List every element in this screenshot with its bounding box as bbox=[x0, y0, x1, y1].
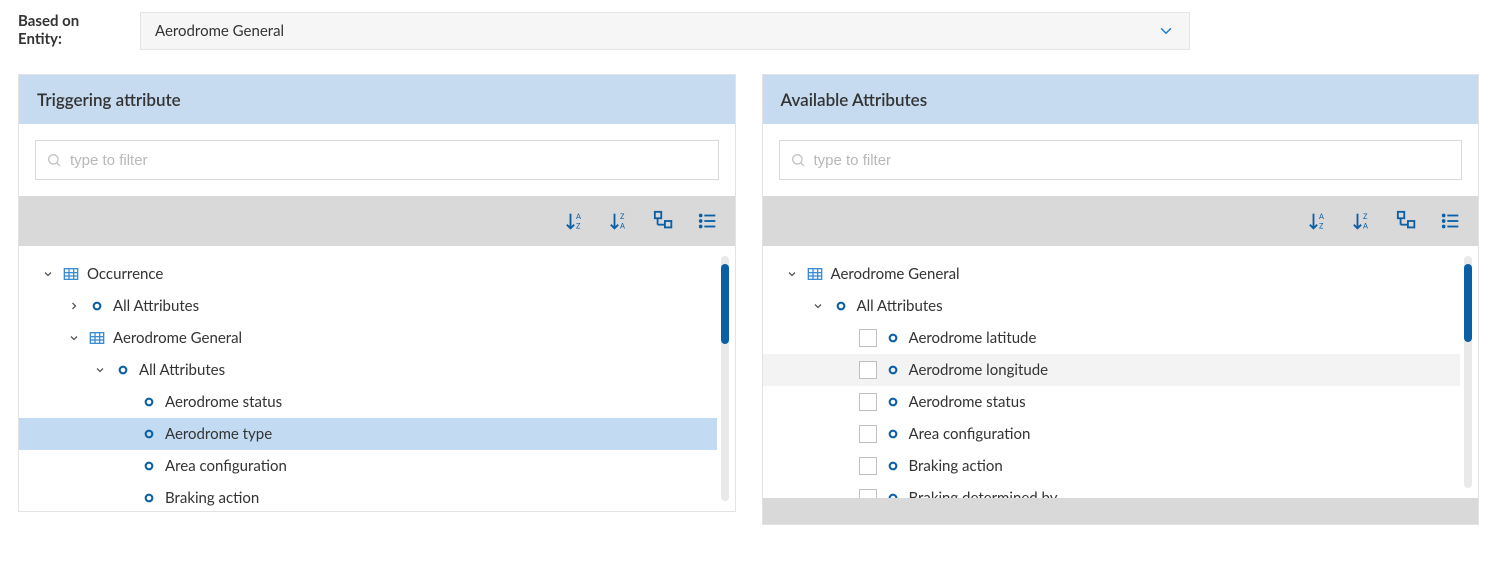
tree-row-label: Aerodrome longitude bbox=[909, 361, 1049, 379]
table-icon bbox=[807, 267, 823, 281]
ring-icon bbox=[885, 333, 901, 343]
checkbox[interactable] bbox=[859, 457, 877, 475]
chevron-down-icon[interactable] bbox=[785, 268, 799, 280]
tree-row-label: Aerodrome General bbox=[831, 265, 960, 283]
ring-icon bbox=[885, 365, 901, 375]
panel-title: Triggering attribute bbox=[19, 75, 735, 124]
search-icon bbox=[46, 152, 62, 168]
tree-right[interactable]: Aerodrome General All Attributes Aerodrome… bbox=[763, 246, 1461, 498]
ring-icon bbox=[833, 301, 849, 311]
svg-text:Z: Z bbox=[576, 221, 581, 230]
available-attributes-panel: Available Attributes AZ ZA Aerodrome Gen… bbox=[762, 74, 1480, 525]
chevron-down-icon[interactable] bbox=[93, 364, 107, 376]
tree-row-label: Braking determined by bbox=[909, 489, 1058, 498]
checkbox[interactable] bbox=[859, 393, 877, 411]
chevron-down-icon[interactable] bbox=[41, 268, 55, 280]
svg-text:A: A bbox=[1319, 212, 1324, 221]
tree-row[interactable]: Occurrence bbox=[19, 258, 717, 290]
entity-select[interactable]: Aerodrome General bbox=[140, 12, 1190, 50]
tree-row-label: Aerodrome General bbox=[113, 329, 242, 347]
tree-row[interactable]: All Attributes bbox=[19, 290, 717, 322]
sort-desc-button[interactable]: ZA bbox=[1350, 208, 1376, 234]
tree-row-label: Area configuration bbox=[165, 457, 287, 475]
chevron-down-icon[interactable] bbox=[67, 332, 81, 344]
table-icon bbox=[63, 267, 79, 281]
ring-icon bbox=[885, 493, 901, 498]
panel-footer bbox=[763, 498, 1479, 524]
tree-row-label: Occurrence bbox=[87, 265, 163, 283]
svg-text:A: A bbox=[1363, 221, 1368, 230]
checkbox[interactable] bbox=[859, 361, 877, 379]
svg-text:Z: Z bbox=[1363, 212, 1368, 221]
tree-row-label: Braking action bbox=[165, 489, 259, 507]
filter-input[interactable] bbox=[70, 152, 708, 169]
scrollbar[interactable] bbox=[1464, 256, 1472, 488]
ring-icon bbox=[89, 301, 105, 311]
expand-tree-button[interactable] bbox=[651, 208, 677, 234]
ring-icon bbox=[141, 429, 157, 439]
tree-row-label: Braking action bbox=[909, 457, 1003, 475]
tree-row[interactable]: Braking determined by bbox=[763, 482, 1461, 498]
entity-label: Based on Entity: bbox=[18, 12, 108, 48]
tree-row[interactable]: Aerodrome General bbox=[763, 258, 1461, 290]
tree-row[interactable]: Aerodrome status bbox=[19, 386, 717, 418]
triggering-attribute-panel: Triggering attribute AZ ZA OccurrenceAll… bbox=[18, 74, 736, 512]
scrollbar-thumb[interactable] bbox=[1464, 264, 1472, 342]
tree-row[interactable]: Aerodrome type bbox=[19, 418, 717, 450]
checkbox[interactable] bbox=[859, 329, 877, 347]
filter-input-wrapper bbox=[779, 140, 1463, 180]
panel-title: Available Attributes bbox=[763, 75, 1479, 124]
chevron-right-icon[interactable] bbox=[67, 300, 81, 312]
ring-icon bbox=[885, 429, 901, 439]
tree-row-label: Aerodrome type bbox=[165, 425, 272, 443]
ring-icon bbox=[141, 461, 157, 471]
tree-row-label: Aerodrome status bbox=[909, 393, 1026, 411]
tree-row[interactable]: Area configuration bbox=[763, 418, 1461, 450]
sort-asc-button[interactable]: AZ bbox=[563, 208, 589, 234]
svg-text:Z: Z bbox=[1319, 221, 1324, 230]
tree-row[interactable]: Area configuration bbox=[19, 450, 717, 482]
tree-row-label: Aerodrome status bbox=[165, 393, 282, 411]
scrollbar-thumb[interactable] bbox=[721, 264, 729, 344]
table-icon bbox=[89, 331, 105, 345]
tree-row[interactable]: Aerodrome status bbox=[763, 386, 1461, 418]
ring-icon bbox=[141, 493, 157, 503]
sort-asc-button[interactable]: AZ bbox=[1306, 208, 1332, 234]
tree-row[interactable]: Aerodrome latitude bbox=[763, 322, 1461, 354]
tree-row[interactable]: Aerodrome General bbox=[19, 322, 717, 354]
filter-input[interactable] bbox=[814, 152, 1452, 169]
chevron-down-icon bbox=[1157, 22, 1175, 40]
svg-text:A: A bbox=[576, 212, 581, 221]
tree-toolbar: AZ ZA bbox=[19, 196, 735, 246]
tree-row[interactable]: Aerodrome longitude bbox=[763, 354, 1461, 386]
tree-row[interactable]: All Attributes bbox=[763, 290, 1461, 322]
tree-row[interactable]: Braking action bbox=[19, 482, 717, 511]
filter-input-wrapper bbox=[35, 140, 719, 180]
entity-select-value: Aerodrome General bbox=[155, 22, 284, 40]
tree-row[interactable]: Braking action bbox=[763, 450, 1461, 482]
chevron-down-icon[interactable] bbox=[811, 300, 825, 312]
search-icon bbox=[790, 152, 806, 168]
tree-left[interactable]: Occurrence All Attributes Aerodrome Genera… bbox=[19, 246, 717, 511]
ring-icon bbox=[885, 461, 901, 471]
tree-toolbar: AZ ZA bbox=[763, 196, 1479, 246]
ring-icon bbox=[141, 397, 157, 407]
tree-row[interactable]: All Attributes bbox=[19, 354, 717, 386]
checkbox[interactable] bbox=[859, 425, 877, 443]
expand-tree-button[interactable] bbox=[1394, 208, 1420, 234]
svg-text:Z: Z bbox=[620, 212, 625, 221]
list-view-button[interactable] bbox=[695, 208, 721, 234]
tree-row-label: All Attributes bbox=[139, 361, 225, 379]
list-view-button[interactable] bbox=[1438, 208, 1464, 234]
tree-row-label: All Attributes bbox=[113, 297, 199, 315]
ring-icon bbox=[115, 365, 131, 375]
ring-icon bbox=[885, 397, 901, 407]
tree-row-label: All Attributes bbox=[857, 297, 943, 315]
tree-row-label: Area configuration bbox=[909, 425, 1031, 443]
scrollbar[interactable] bbox=[721, 256, 729, 501]
sort-desc-button[interactable]: ZA bbox=[607, 208, 633, 234]
checkbox[interactable] bbox=[859, 489, 877, 498]
tree-row-label: Aerodrome latitude bbox=[909, 329, 1037, 347]
svg-text:A: A bbox=[620, 221, 625, 230]
